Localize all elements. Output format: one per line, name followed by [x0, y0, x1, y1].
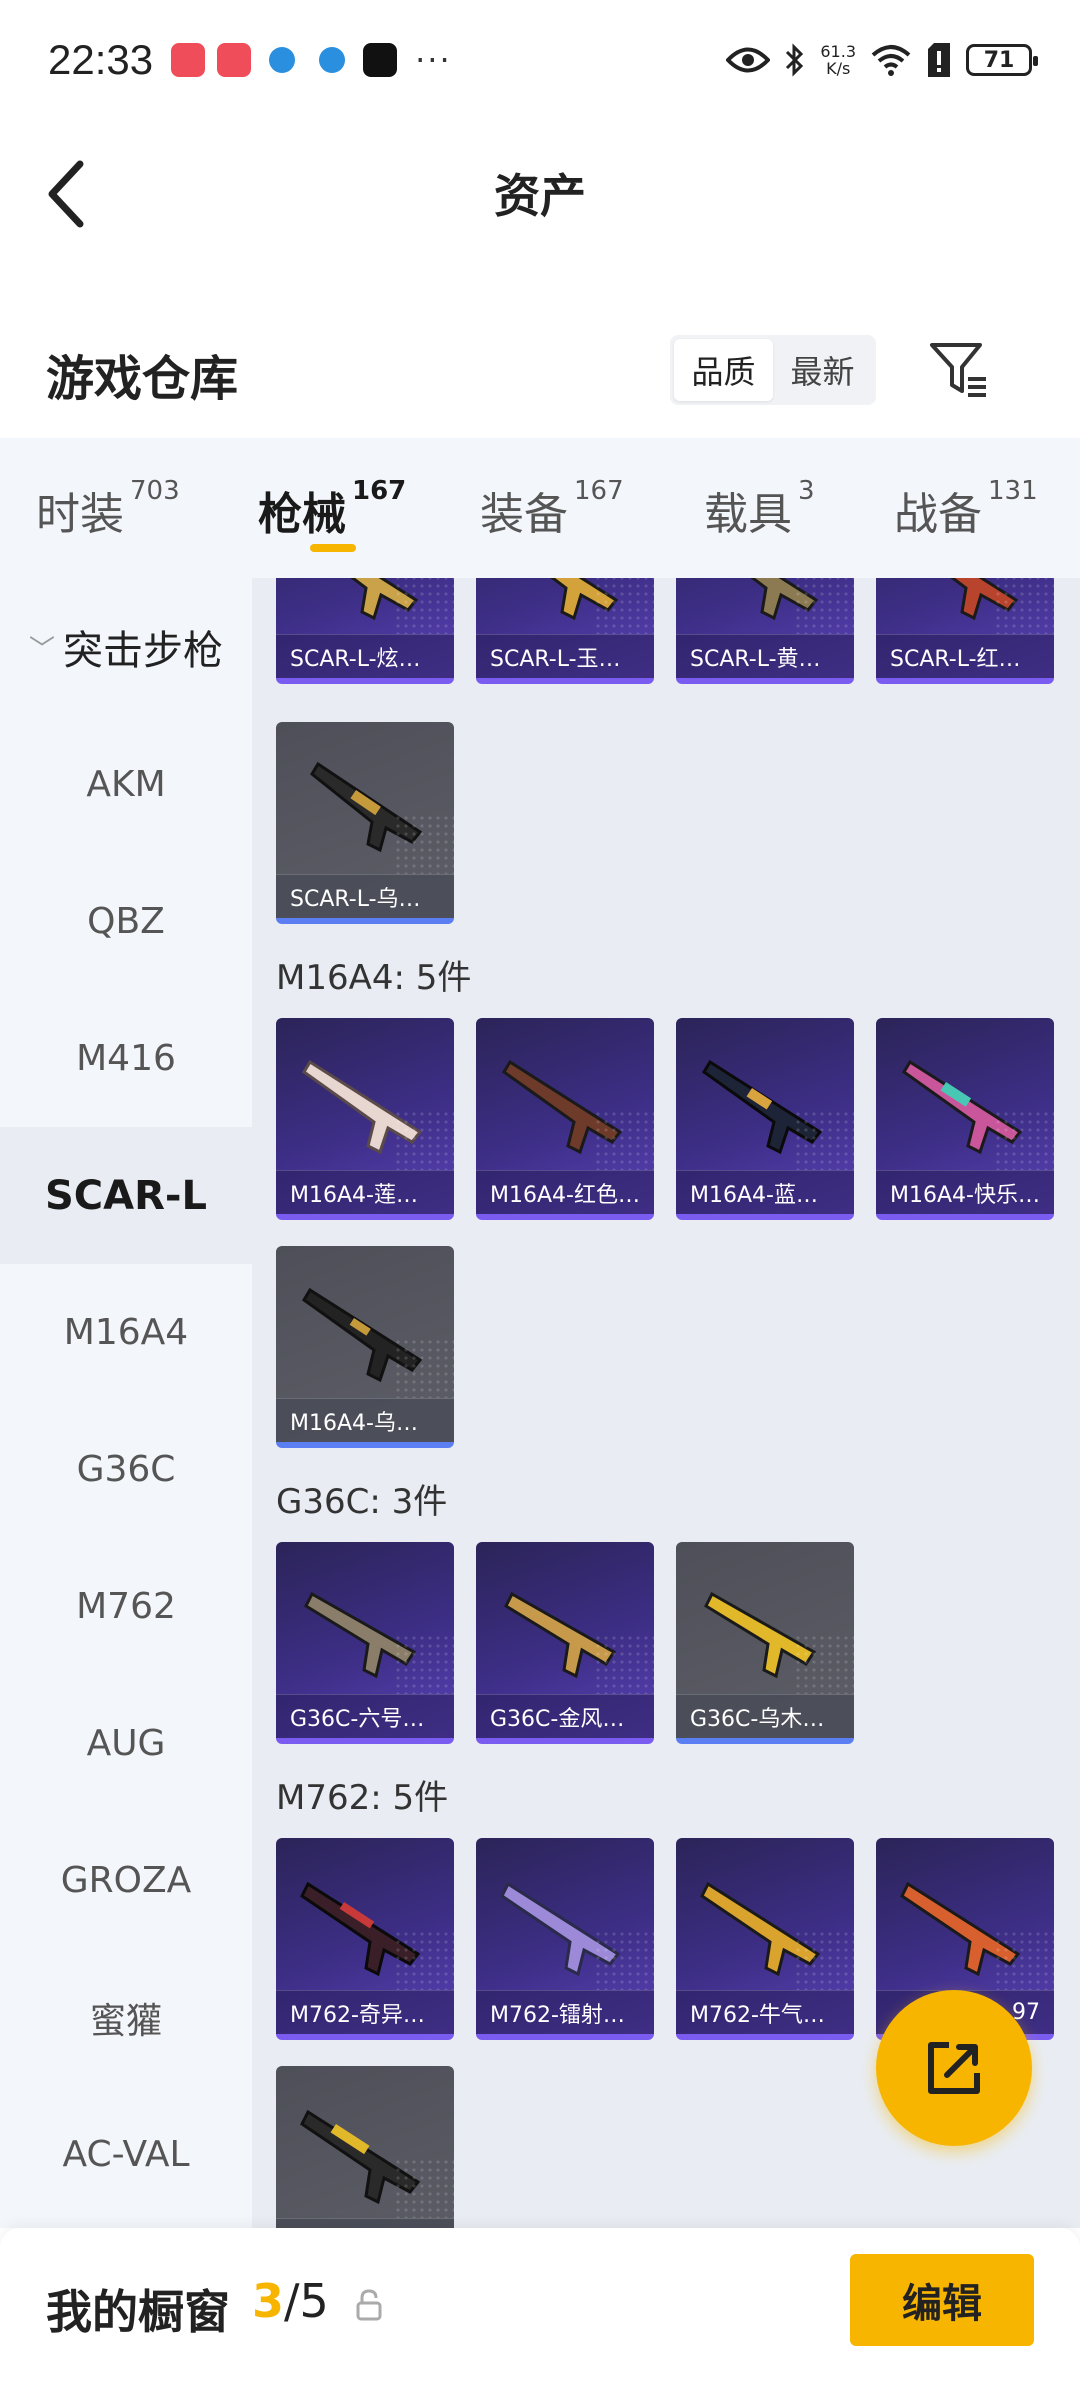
category-tabs: 时装 703 枪械 167 装备 167 载具 3 战备 131	[0, 438, 1080, 578]
sidebar-item-g36c[interactable]: G36C	[0, 1401, 252, 1538]
skin-card[interactable]: SCAR-L-玉…	[476, 578, 654, 684]
skin-card-label: SCAR-L-玉…	[476, 634, 654, 678]
skin-card-label: G36C-金风…	[476, 1694, 654, 1738]
skin-card-label	[276, 2218, 454, 2228]
tab-guns[interactable]: 枪械 167	[258, 476, 406, 542]
skin-card[interactable]: M16A4-乌…	[276, 1246, 454, 1448]
skin-card[interactable]: M762-牛气…	[676, 1838, 854, 2040]
more-notifications-icon: ···	[415, 41, 452, 79]
shopping-app-icon	[217, 43, 252, 77]
warehouse-title: 游戏仓库	[46, 351, 239, 407]
sort-by-newest[interactable]: 最新	[773, 339, 872, 401]
status-time: 22:33	[48, 36, 154, 83]
share-button[interactable]	[876, 1990, 1032, 2146]
skin-card-label: M762-牛气…	[676, 1990, 854, 2034]
skin-card-label: M762-镭射…	[476, 1990, 654, 2034]
skin-card-label: M16A4-乌…	[276, 1398, 454, 1442]
skin-card-label: SCAR-L-炫…	[276, 634, 454, 678]
skin-card-label: G36C-六号…	[276, 1694, 454, 1738]
skin-card[interactable]: M16A4-蓝…	[676, 1018, 854, 1220]
tab-equipment[interactable]: 装备 167	[480, 476, 624, 542]
sidebar-item-m16a4[interactable]: M16A4	[0, 1264, 252, 1401]
skin-card[interactable]: G36C-乌木…	[676, 1542, 854, 1744]
showcase-count: 3/5	[252, 2274, 329, 2328]
active-tab-indicator	[310, 544, 356, 552]
tab-supplies[interactable]: 战备 131	[894, 476, 1038, 542]
sidebar-item-ac-val[interactable]: AC-VAL	[0, 2086, 252, 2223]
skin-card[interactable]	[276, 2066, 454, 2228]
section-title-m762: M762: 5件	[276, 1778, 449, 1818]
skin-card[interactable]: M762-奇异…	[276, 1838, 454, 2040]
sidebar-item-honey-badger[interactable]: 蜜獾	[0, 1949, 252, 2086]
skin-card-label: M16A4-莲…	[276, 1170, 454, 1214]
notification-icons: ···	[171, 41, 452, 79]
sidebar-item-groza[interactable]: GROZA	[0, 1812, 252, 1949]
skin-card-label: M762-奇异…	[276, 1990, 454, 2034]
sidebar-item-akm[interactable]: AKM	[0, 716, 252, 853]
warehouse-header: 游戏仓库 品质 最新	[0, 315, 1080, 425]
browser-icon	[319, 47, 346, 73]
skin-card[interactable]: SCAR-L-炫…	[276, 578, 454, 684]
shopping-app-icon	[171, 43, 206, 77]
showcase-bar: 我的橱窗 3/5 编辑	[0, 2228, 1080, 2382]
lock-icon	[356, 2289, 382, 2321]
filter-icon	[930, 343, 986, 397]
skin-card[interactable]: SCAR-L-乌…	[276, 722, 454, 924]
skin-card[interactable]: G36C-金风…	[476, 1542, 654, 1744]
browser-icon	[269, 47, 296, 73]
skin-card-label: M16A4-快乐…	[876, 1170, 1054, 1214]
sort-by-quality[interactable]: 品质	[674, 339, 773, 401]
sim-alert-icon	[928, 43, 950, 77]
chevron-down-icon: ﹀	[28, 634, 55, 665]
external-link-icon	[928, 2042, 980, 2094]
skin-card-label: SCAR-L-乌…	[276, 874, 454, 918]
wifi-icon	[871, 45, 911, 76]
skin-card[interactable]: M16A4-莲…	[276, 1018, 454, 1220]
sidebar-item-m416[interactable]: M416	[0, 990, 252, 1127]
weapon-type-sidebar: ﹀ 突击步枪 AKM QBZ M416 SCAR-L M16A4 G36C M7…	[0, 578, 252, 2228]
skin-card[interactable]: SCAR-L-红…	[876, 578, 1054, 684]
sort-toggle: 品质 最新	[670, 335, 876, 405]
weapon-grid: SCAR-L-炫… SCAR-L-玉… SCAR-L-黄… SCAR-L-红… …	[252, 578, 1080, 2228]
eye-icon	[726, 47, 771, 73]
tab-fashion[interactable]: 时装 703	[36, 476, 180, 542]
status-bar: 22:33 ··· 61.3 K/s 71	[0, 0, 1080, 120]
skin-card[interactable]: M16A4-红色…	[476, 1018, 654, 1220]
showcase-label: 我的橱窗	[46, 2285, 230, 2339]
skin-card-label: SCAR-L-黄…	[676, 634, 854, 678]
network-speed: 61.3 K/s	[820, 42, 856, 78]
filter-button[interactable]	[926, 337, 990, 401]
sidebar-item-m762[interactable]: M762	[0, 1538, 252, 1675]
sidebar-group-assault-rifles[interactable]: ﹀ 突击步枪	[0, 578, 252, 716]
section-title-g36c: G36C: 3件	[276, 1482, 448, 1522]
tab-vehicles[interactable]: 载具 3	[704, 476, 815, 542]
skin-card[interactable]: SCAR-L-黄…	[676, 578, 854, 684]
sidebar-item-qbz[interactable]: QBZ	[0, 853, 252, 990]
sidebar-item-aug[interactable]: AUG	[0, 1675, 252, 1812]
skin-card[interactable]: M762-镭射…	[476, 1838, 654, 2040]
skin-card-label: G36C-乌木…	[676, 1694, 854, 1738]
section-title-m16a4: M16A4: 5件	[276, 958, 472, 998]
skin-card-label: M16A4-红色…	[476, 1170, 654, 1214]
page-title: 资产	[494, 169, 586, 223]
bluetooth-icon	[786, 43, 804, 77]
header: 资产	[0, 120, 1080, 260]
skin-card[interactable]: M16A4-快乐…	[876, 1018, 1054, 1220]
skin-card-label: SCAR-L-红…	[876, 634, 1054, 678]
skin-card[interactable]: G36C-六号…	[276, 1542, 454, 1744]
battery-indicator: 71	[966, 44, 1038, 76]
tiktok-icon	[363, 43, 398, 77]
skin-card-label: M16A4-蓝…	[676, 1170, 854, 1214]
edit-button[interactable]: 编辑	[850, 2254, 1034, 2346]
sidebar-item-scar-l[interactable]: SCAR-L	[0, 1127, 252, 1264]
